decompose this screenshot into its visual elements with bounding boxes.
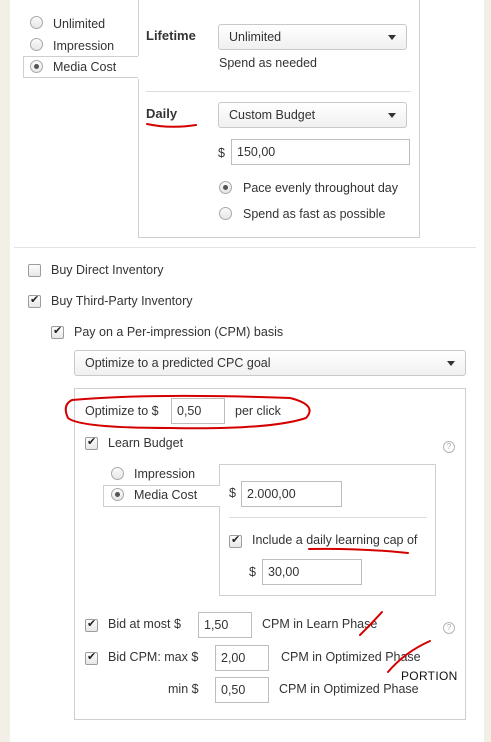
bid-cpm-min-input[interactable]: 0,50 <box>215 677 269 703</box>
daily-select-value: Custom Budget <box>229 108 316 122</box>
radio-circle-icon <box>111 467 124 480</box>
daily-cap-label: Include a daily learning cap of <box>252 533 418 547</box>
learn-label-media-cost: Media Cost <box>134 488 198 502</box>
radio-selected-icon <box>219 181 232 194</box>
chevron-down-icon <box>388 35 396 40</box>
budget-type-radio-unlimited[interactable] <box>30 16 43 32</box>
budget-type-label-unlimited: Unlimited <box>53 17 106 31</box>
daily-cap-currency-symbol: $ <box>249 565 256 579</box>
budget-type-radio-impression[interactable] <box>30 38 43 54</box>
optimize-prefix-label: Optimize to $ <box>85 404 159 418</box>
radio-selected-icon <box>30 60 43 73</box>
lifetime-note: Spend as needed <box>219 56 318 70</box>
help-icon[interactable]: ? <box>443 441 455 453</box>
divider <box>229 517 427 518</box>
pacing-radio-fast[interactable] <box>219 207 232 223</box>
optimize-cpc-input[interactable]: 0,50 <box>171 398 225 424</box>
daily-budget-input[interactable]: 150,00 <box>231 139 410 165</box>
bid-cpm-max-suffix: CPM in Optimized Phase <box>281 650 421 664</box>
radio-selected-icon <box>111 488 124 501</box>
daily-cap-checkbox[interactable] <box>229 533 242 551</box>
buy-third-party-label: Buy Third-Party Inventory <box>51 294 193 308</box>
learn-budget-input[interactable]: 2.000,00 <box>241 481 342 507</box>
pacing-label-even: Pace evenly throughout day <box>243 181 398 195</box>
daily-currency-symbol: $ <box>218 146 225 160</box>
learn-label-impression: Impression <box>134 467 196 481</box>
checkmark-icon <box>28 293 41 308</box>
lifetime-label: Lifetime <box>146 28 196 43</box>
radio-circle-icon <box>219 207 232 220</box>
daily-label: Daily <box>146 106 178 121</box>
handwritten-note: PORTION <box>401 669 458 683</box>
learn-currency-symbol: $ <box>229 486 236 500</box>
lifetime-budget-select[interactable]: Unlimited <box>218 24 407 50</box>
buy-third-party-checkbox[interactable] <box>28 293 41 311</box>
budget-type-label-media-cost: Media Cost <box>53 60 117 74</box>
buy-direct-label: Buy Direct Inventory <box>51 263 164 277</box>
bid-at-most-suffix: CPM in Learn Phase <box>262 617 378 631</box>
optimize-suffix-label: per click <box>235 404 281 418</box>
help-icon[interactable]: ? <box>443 622 455 634</box>
radio-circle-icon <box>30 38 43 51</box>
pay-cpm-checkbox[interactable] <box>51 324 64 342</box>
checkbox-icon <box>28 264 41 277</box>
bid-at-most-input[interactable]: 1,50 <box>198 612 252 638</box>
radio-circle-icon <box>30 16 43 29</box>
learn-radio-media-cost[interactable] <box>111 488 124 504</box>
learn-budget-checkbox[interactable] <box>85 435 98 453</box>
tab-connector <box>138 56 139 79</box>
bid-cpm-min-label: min $ <box>168 682 199 696</box>
checkmark-icon <box>85 435 98 450</box>
learn-radio-impression[interactable] <box>111 467 124 483</box>
bid-cpm-max-label: Bid CPM: max $ <box>108 650 199 664</box>
chevron-down-icon <box>447 361 455 366</box>
bid-cpm-checkbox[interactable] <box>85 650 98 668</box>
bid-cpm-max-input[interactable]: 2,00 <box>215 645 269 671</box>
optimize-goal-select[interactable]: Optimize to a predicted CPC goal <box>74 350 466 376</box>
checkmark-icon <box>85 650 98 665</box>
lifetime-select-value: Unlimited <box>229 30 282 44</box>
pacing-radio-even[interactable] <box>219 181 232 197</box>
checkmark-icon <box>51 324 64 339</box>
checkmark-icon <box>229 533 242 548</box>
bid-at-most-checkbox[interactable] <box>85 617 98 635</box>
daily-budget-select[interactable]: Custom Budget <box>218 102 407 128</box>
section-divider <box>14 247 476 248</box>
chevron-down-icon <box>388 113 396 118</box>
checkmark-icon <box>85 617 98 632</box>
daily-cap-input[interactable]: 30,00 <box>262 559 362 585</box>
budget-type-label-impression: Impression <box>53 39 115 53</box>
pacing-label-fast: Spend as fast as possible <box>243 207 386 221</box>
bid-at-most-label: Bid at most $ <box>108 617 181 631</box>
pay-cpm-label: Pay on a Per-impression (CPM) basis <box>74 325 284 339</box>
divider <box>146 91 411 92</box>
budget-type-radio-media-cost[interactable] <box>30 60 43 76</box>
optimize-goal-value: Optimize to a predicted CPC goal <box>85 356 271 370</box>
buy-direct-checkbox[interactable] <box>28 264 41 280</box>
learn-budget-label: Learn Budget <box>108 436 184 450</box>
bid-cpm-min-suffix: CPM in Optimized Phase <box>279 682 419 696</box>
